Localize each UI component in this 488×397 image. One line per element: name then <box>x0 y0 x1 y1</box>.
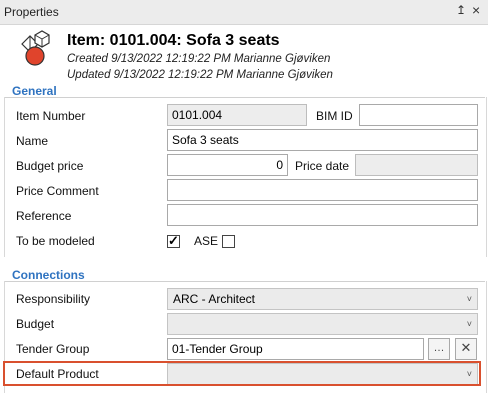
to-be-modeled-checkbox[interactable]: ✓ <box>167 233 180 248</box>
name-field[interactable]: Sofa 3 seats <box>167 129 478 151</box>
budget-label: Budget <box>16 317 55 331</box>
to-be-modeled-label: To be modeled <box>16 234 95 248</box>
panel-titlebar: Properties ↥ × <box>0 0 488 25</box>
price-comment-field[interactable] <box>167 179 478 201</box>
budget-price-label: Budget price <box>16 159 84 173</box>
chevron-down-icon: ˅ <box>466 294 472 304</box>
item-number-field[interactable]: 0101.004 <box>167 104 307 126</box>
close-icon[interactable]: × <box>472 2 480 18</box>
budget-price-field[interactable]: 0 <box>167 154 288 176</box>
reference-label: Reference <box>16 209 72 223</box>
updated-info: Updated 9/13/2022 12:19:22 PM Marianne G… <box>67 69 333 81</box>
responsibility-value: ARC - Architect <box>173 292 256 306</box>
ase-label: ASE <box>194 234 219 248</box>
pin-icon[interactable]: ↥ <box>456 3 466 17</box>
chevron-down-icon: ˅ <box>466 319 472 329</box>
item-title: Item: 0101.004: Sofa 3 seats <box>67 32 280 49</box>
bim-id-field[interactable] <box>359 104 478 126</box>
general-section-heading: General <box>12 84 57 98</box>
responsibility-label: Responsibility <box>16 292 91 306</box>
item-number-label: Item Number <box>16 109 86 123</box>
reference-field[interactable] <box>167 204 478 226</box>
clear-button[interactable]: ✕ <box>455 338 477 360</box>
tender-group-field[interactable]: 01-Tender Group <box>167 338 424 360</box>
price-date-field[interactable] <box>355 154 478 176</box>
tender-group-label: Tender Group <box>16 342 90 356</box>
responsibility-dropdown[interactable]: ARC - Architect ˅ <box>167 288 478 310</box>
browse-button[interactable]: … <box>428 338 450 360</box>
ase-checkbox[interactable] <box>222 235 235 248</box>
bim-id-label: BIM ID <box>316 109 353 123</box>
ellipsis-icon: … <box>433 342 445 354</box>
item-shapes-icon <box>21 30 50 66</box>
price-comment-label: Price Comment <box>16 184 99 198</box>
created-info: Created 9/13/2022 12:19:22 PM Marianne G… <box>67 53 331 65</box>
budget-dropdown[interactable]: ˅ <box>167 313 478 335</box>
default-product-highlight <box>3 361 481 386</box>
name-label: Name <box>16 134 49 148</box>
checkmark-icon: ✓ <box>168 233 179 248</box>
price-date-label: Price date <box>295 159 350 173</box>
clear-x-icon: ✕ <box>460 340 472 355</box>
panel-title: Properties <box>4 5 59 19</box>
connections-section-heading: Connections <box>12 268 85 282</box>
